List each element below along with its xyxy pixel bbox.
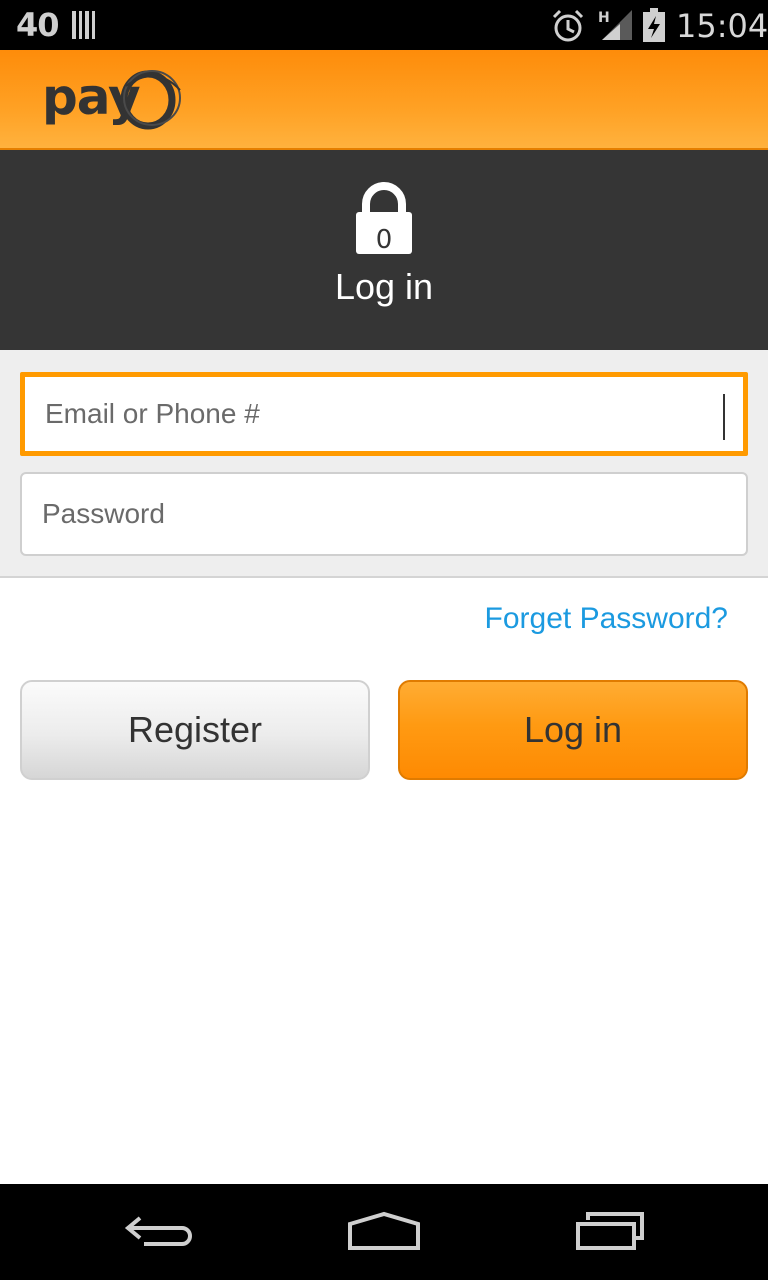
login-screen: 40 H 15:04 pay 0 Log in Email or Phone #… xyxy=(0,0,768,1280)
recent-apps-icon[interactable] xyxy=(574,1210,646,1250)
status-clock: 15:04 xyxy=(676,7,768,45)
password-field-container xyxy=(20,472,748,556)
notification-count: 40 xyxy=(16,6,60,44)
navigation-bar xyxy=(0,1184,768,1280)
lock-digit: 0 xyxy=(376,225,393,255)
login-button[interactable]: Log in xyxy=(398,680,748,780)
status-bar: 40 H 15:04 xyxy=(0,0,768,50)
barcode-icon xyxy=(72,11,95,39)
login-hero: 0 Log in xyxy=(0,150,768,350)
svg-text:H: H xyxy=(598,10,610,26)
alarm-icon xyxy=(552,9,584,42)
home-icon[interactable] xyxy=(346,1210,422,1250)
register-button[interactable]: Register xyxy=(20,680,370,780)
brand-logo-icon xyxy=(120,70,181,130)
text-cursor xyxy=(723,394,725,440)
forget-password-link[interactable]: Forget Password? xyxy=(485,602,728,636)
back-icon[interactable] xyxy=(124,1210,194,1250)
signal-icon: H xyxy=(598,10,632,40)
brand-header: pay xyxy=(0,50,768,150)
battery-charging-icon xyxy=(643,8,665,42)
email-field[interactable] xyxy=(45,377,715,451)
lock-icon: 0 xyxy=(356,182,412,255)
password-field[interactable] xyxy=(42,474,712,554)
page-title: Log in xyxy=(334,266,434,307)
email-field-container xyxy=(20,372,748,456)
login-form xyxy=(0,350,768,578)
